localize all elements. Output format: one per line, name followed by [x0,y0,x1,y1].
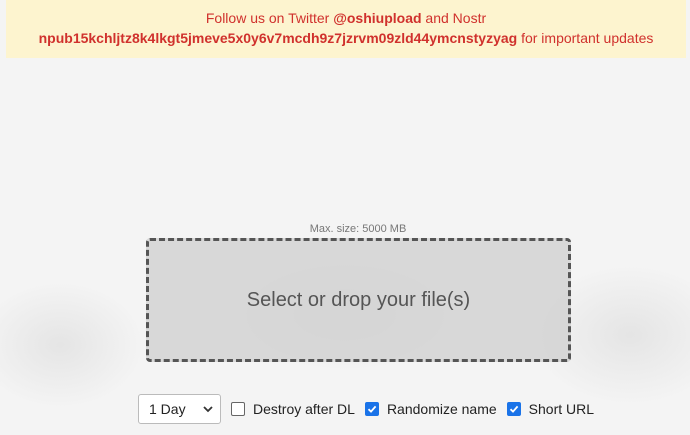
expiry-selected-value: 1 Day [149,401,186,417]
randomize-checkbox[interactable] [364,402,379,416]
destroy-label: Destroy after DL [253,401,355,417]
file-dropzone[interactable]: Select or drop your file(s) [146,238,571,362]
banner-text-prefix: Follow us on Twitter [205,10,334,26]
destroy-after-dl-option[interactable]: Destroy after DL [231,401,355,417]
banner-line-1: Follow us on Twitter @oshiupload and Nos… [6,8,686,28]
banner-line-2: npub15kchljtz8k4lkgt5jmeve5x0y6v7mcdh9z7… [6,28,686,48]
randomize-label: Randomize name [386,401,497,417]
chevron-down-icon [203,406,213,413]
short-url-checkbox[interactable] [506,402,521,416]
randomize-name-option[interactable]: Randomize name [364,401,497,417]
short-url-label: Short URL [528,401,595,417]
announcement-banner: Follow us on Twitter @oshiupload and Nos… [6,0,686,58]
short-url-option[interactable]: Short URL [506,401,595,417]
destroy-checkbox[interactable] [231,402,245,416]
checkmark-icon [509,405,518,413]
twitter-handle: @oshiupload [333,10,422,26]
banner-text-updates: for important updates [517,30,654,46]
expiry-select[interactable]: 1 Day [138,394,221,424]
max-size-label: Max. size: 5000 MB [309,223,407,235]
checkmark-icon [367,405,377,413]
nostr-key: npub15kchljtz8k4lkgt5jmeve5x0y6v7mcdh9z7… [38,30,518,46]
dropzone-label: Select or drop your file(s) [246,288,471,311]
upload-options: 1 Day Destroy after DL Randomize name Sh… [138,394,594,424]
banner-text-suffix: and Nostr [421,10,487,26]
